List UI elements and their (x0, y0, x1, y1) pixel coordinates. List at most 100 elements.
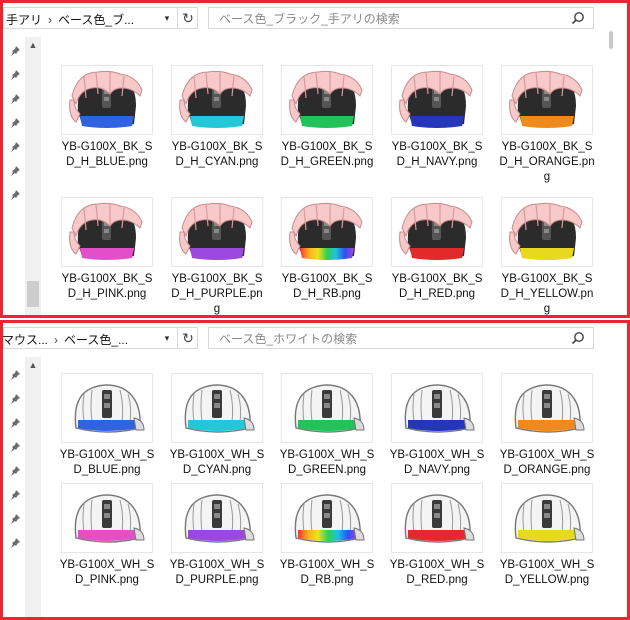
file-thumbnail[interactable] (281, 483, 373, 553)
pin-icon[interactable] (9, 117, 21, 129)
white-mouse-thumbnail (184, 494, 255, 543)
file-thumbnail[interactable] (281, 373, 373, 443)
file-item[interactable]: YB-G100X_BK_SD_H_PURPLE.png (165, 197, 269, 315)
file-thumbnail[interactable] (171, 483, 263, 553)
file-item[interactable]: YB-G100X_WH_SD_RED.png (385, 483, 489, 588)
file-thumbnail[interactable] (281, 65, 373, 135)
mouse-with-hand-thumbnail (509, 202, 583, 260)
file-thumbnail[interactable] (501, 483, 593, 553)
breadcrumb-current[interactable]: ベース色_ブ... (58, 13, 134, 27)
white-mouse-thumbnail (184, 384, 255, 433)
search-icon[interactable] (571, 331, 585, 345)
mouse-with-hand-thumbnail (69, 70, 143, 128)
file-thumbnail[interactable] (391, 65, 483, 135)
search-input[interactable] (217, 330, 561, 348)
file-item[interactable]: YB-G100X_BK_SD_H_BLUE.png (55, 65, 159, 170)
refresh-icon[interactable]: ↻ (177, 327, 198, 349)
file-thumbnail[interactable] (501, 197, 593, 267)
file-item[interactable]: YB-G100X_WH_SD_NAVY.png (385, 373, 489, 478)
content-scrollbar-thumb[interactable] (609, 31, 613, 49)
pin-icon[interactable] (9, 441, 21, 453)
explorer-window-black: 手アリ›ベース色_ブ... ▾ ↻ ▲ YB-G100X_BK_SD_H_BLU (0, 0, 630, 318)
file-name: YB-G100X_WH_SD_NAVY.png (389, 449, 485, 476)
file-item[interactable]: YB-G100X_WH_SD_GREEN.png (275, 373, 379, 478)
scrollbar-thumb[interactable] (27, 281, 39, 307)
file-name: YB-G100X_BK_SD_H_BLUE.png (61, 141, 153, 168)
search-box[interactable] (208, 327, 594, 349)
file-name: YB-G100X_WH_SD_GREEN.png (279, 449, 375, 476)
file-item[interactable]: YB-G100X_BK_SD_H_PINK.png (55, 197, 159, 302)
file-name: YB-G100X_WH_SD_CYAN.png (169, 449, 265, 476)
pin-icon[interactable] (9, 93, 21, 105)
file-thumbnail[interactable] (391, 483, 483, 553)
address-bar[interactable]: 手アリ › ベース色_ブ... ▾ (3, 7, 198, 29)
file-item[interactable]: YB-G100X_WH_SD_BLUE.png (55, 373, 159, 478)
file-item[interactable]: YB-G100X_BK_SD_H_YELLOW.png (495, 197, 599, 315)
search-icon[interactable] (571, 11, 585, 25)
pin-icon[interactable] (9, 417, 21, 429)
file-thumbnail[interactable] (281, 197, 373, 267)
file-thumbnail[interactable] (501, 373, 593, 443)
file-thumbnail[interactable] (61, 197, 153, 267)
file-item[interactable]: YB-G100X_WH_SD_YELLOW.png (495, 483, 599, 588)
scroll-up-icon[interactable]: ▲ (25, 357, 41, 373)
mouse-with-hand-thumbnail (69, 202, 143, 260)
mouse-with-hand-thumbnail (179, 70, 253, 128)
file-name: YB-G100X_WH_SD_PINK.png (59, 559, 155, 586)
file-thumbnail[interactable] (501, 65, 593, 135)
breadcrumb-parent[interactable]: マウス... (3, 333, 48, 347)
navigation-pane: ▲ (3, 353, 43, 617)
explorer-window-white: マウス... › ベース色_... ▾ ↻ ▲ YB-G100X_WH_SD_BLU… (0, 320, 630, 620)
pin-icon[interactable] (9, 165, 21, 177)
file-thumbnail[interactable] (171, 373, 263, 443)
file-item[interactable]: YB-G100X_BK_SD_H_CYAN.png (165, 65, 269, 170)
file-item[interactable]: YB-G100X_BK_SD_H_ORANGE.png (495, 65, 599, 185)
nav-scrollbar[interactable]: ▲ (25, 37, 41, 315)
file-item[interactable]: YB-G100X_WH_SD_PURPLE.png (165, 483, 269, 588)
breadcrumb-current[interactable]: ベース色_... (64, 333, 128, 347)
refresh-icon[interactable]: ↻ (177, 7, 198, 29)
file-name: YB-G100X_BK_SD_H_ORANGE.png (499, 141, 595, 183)
file-item[interactable]: YB-G100X_WH_SD_PINK.png (55, 483, 159, 588)
white-mouse-thumbnail (514, 384, 585, 433)
pin-icon[interactable] (9, 189, 21, 201)
pin-icon[interactable] (9, 537, 21, 549)
chevron-down-icon[interactable]: ▾ (159, 328, 175, 348)
breadcrumb-parent[interactable]: 手アリ (6, 13, 42, 27)
pin-icon[interactable] (9, 69, 21, 81)
file-item[interactable]: YB-G100X_WH_SD_ORANGE.png (495, 373, 599, 478)
white-mouse-thumbnail (514, 494, 585, 543)
file-thumbnail[interactable] (171, 197, 263, 267)
file-item[interactable]: YB-G100X_BK_SD_H_GREEN.png (275, 65, 379, 170)
chevron-down-icon[interactable]: ▾ (159, 8, 175, 28)
file-item[interactable]: YB-G100X_BK_SD_H_NAVY.png (385, 65, 489, 170)
pin-icon[interactable] (9, 45, 21, 57)
nav-scrollbar[interactable]: ▲ (25, 357, 41, 617)
white-mouse-thumbnail (74, 494, 145, 543)
address-bar[interactable]: マウス... › ベース色_... ▾ (3, 327, 198, 349)
file-thumbnail[interactable] (171, 65, 263, 135)
pin-icon[interactable] (9, 513, 21, 525)
white-mouse-thumbnail (404, 494, 475, 543)
file-thumbnail[interactable] (391, 373, 483, 443)
file-item[interactable]: YB-G100X_WH_SD_CYAN.png (165, 373, 269, 478)
file-thumbnail[interactable] (61, 65, 153, 135)
file-name: YB-G100X_BK_SD_H_RED.png (391, 273, 483, 300)
pin-icon[interactable] (9, 141, 21, 153)
pin-icon[interactable] (9, 369, 21, 381)
pin-icon[interactable] (9, 393, 21, 405)
file-name: YB-G100X_BK_SD_H_NAVY.png (391, 141, 483, 168)
file-thumbnail[interactable] (61, 373, 153, 443)
search-input[interactable] (217, 10, 561, 28)
file-name: YB-G100X_WH_SD_RB.png (279, 559, 375, 586)
file-thumbnail[interactable] (61, 483, 153, 553)
file-item[interactable]: YB-G100X_BK_SD_H_RB.png (275, 197, 379, 302)
file-item[interactable]: YB-G100X_BK_SD_H_RED.png (385, 197, 489, 302)
search-box[interactable] (208, 7, 594, 29)
scroll-up-icon[interactable]: ▲ (25, 37, 41, 53)
file-item[interactable]: YB-G100X_WH_SD_RB.png (275, 483, 379, 588)
file-thumbnail[interactable] (391, 197, 483, 267)
pin-icon[interactable] (9, 489, 21, 501)
pin-icon[interactable] (9, 465, 21, 477)
file-name: YB-G100X_BK_SD_H_PINK.png (61, 273, 153, 300)
